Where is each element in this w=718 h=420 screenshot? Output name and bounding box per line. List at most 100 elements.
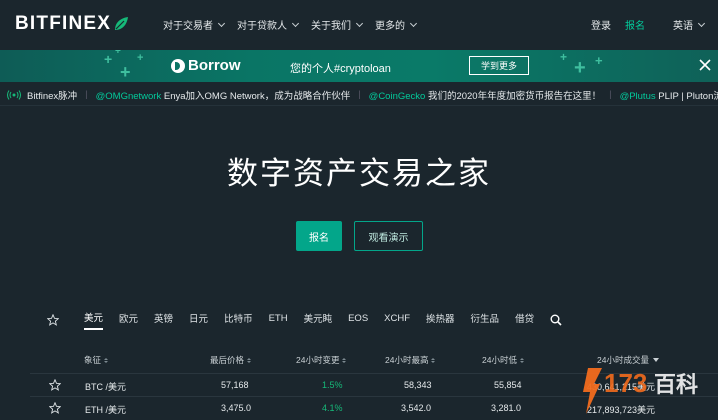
menu-about-us[interactable]: 关于我们 [311, 17, 364, 32]
tab-jpy[interactable]: 日元 [189, 311, 208, 329]
divider: | [609, 89, 612, 100]
high-cell: 58,343 [404, 380, 432, 390]
broadcast-icon [7, 89, 21, 100]
change-cell: 1.5% [322, 380, 343, 390]
ticker-item[interactable]: @Plutus PLIP | Pluton流动 [620, 88, 718, 102]
watermark-number: 173 [604, 368, 647, 398]
sort-icon [431, 357, 436, 363]
ticker-mention: @OMGnetwork [95, 90, 162, 102]
leaf-icon [115, 17, 129, 30]
ticker-mention: @Plutus [619, 90, 656, 102]
tab-hot[interactable]: 挨热器 [426, 311, 455, 329]
symbol-cell: BTC /美元 [85, 382, 127, 392]
tab-eos[interactable]: EOS [348, 313, 368, 328]
plus-decoration-icon: + [115, 50, 121, 57]
tab-derivatives[interactable]: 衍生品 [471, 311, 500, 329]
banner-text: 您的个人#cryptoloan [290, 63, 391, 75]
menu-for-traders[interactable]: 对于交易者 [163, 17, 226, 32]
learn-more-button[interactable]: 学到更多 [469, 56, 529, 75]
menu-label: 更多的 [375, 21, 405, 32]
pulse-label: Bitfinex脉冲 [27, 90, 78, 102]
watermark-logo: 173 百科 [583, 368, 698, 414]
menu-label: 对于交易者 [163, 21, 213, 32]
nav-right: 登录 报名 英语 [577, 17, 706, 32]
language-select[interactable]: 英语 [659, 17, 706, 32]
hero-title: 数字资产交易之家 [227, 156, 491, 191]
menu-more[interactable]: 更多的 [375, 17, 418, 32]
low-cell: 55,854 [494, 380, 522, 390]
last-price-cell: 3,475.0 [221, 403, 252, 413]
menu-for-lenders[interactable]: 对于贷款人 [237, 17, 300, 32]
bitfinex-logo[interactable]: BITFINEX [15, 13, 129, 35]
chevron-down-icon [291, 19, 300, 27]
main-menu: 对于交易者 对于贷款人 关于我们 更多的 [163, 17, 429, 32]
ticker-text: 我们的2020年年度加密货币报告在这里！ [425, 90, 602, 102]
low-cell: 3,281.0 [491, 403, 522, 413]
divider: | [358, 89, 361, 100]
col-24h-high[interactable]: 24小时最高 [385, 354, 436, 366]
ticker-mention: @CoinGecko [368, 90, 426, 102]
sort-icon [519, 357, 524, 363]
col-last-price[interactable]: 最后价格 [210, 354, 252, 366]
menu-label: 关于我们 [311, 21, 351, 32]
change-cell: 4.1% [322, 403, 343, 413]
ticker-item[interactable]: @OMGnetwork Enya加入OMG Network，成为战略合作伙伴 [96, 88, 351, 102]
plus-decoration-icon: + [574, 57, 586, 79]
currency-tabs: 美元 欧元 英镑 日元 比特币 ETH 美元盹 EOS XCHF 挨热器 衍生品… [47, 310, 562, 330]
hero-signup-button[interactable]: 报名 [296, 221, 342, 251]
tab-xchf[interactable]: XCHF [384, 313, 410, 328]
chevron-down-icon [355, 19, 364, 27]
col-24h-low[interactable]: 24小时低 [482, 354, 524, 366]
close-icon[interactable] [698, 58, 712, 72]
promo-banner: + + + + + + + Borrow 您的个人#cryptoloan 学到更… [0, 50, 718, 82]
plus-decoration-icon: + [595, 53, 603, 68]
tab-btc[interactable]: 比特币 [224, 311, 253, 329]
sort-icon [104, 357, 109, 363]
sort-icon [342, 357, 347, 363]
chevron-down-icon [409, 19, 418, 27]
chevron-down-icon [217, 19, 226, 27]
news-ticker: Bitfinex脉冲 | @OMGnetwork Enya加入OMG Netwo… [0, 84, 718, 106]
pulse-label-group[interactable]: Bitfinex脉冲 [6, 88, 77, 102]
tab-eur[interactable]: 欧元 [119, 311, 138, 329]
top-nav: BITFINEX 对于交易者 对于贷款人 关于我们 更多的 登录 报名 英语 [0, 0, 718, 48]
header-label: 24小时最高 [385, 355, 429, 365]
header-label: 24小时变更 [296, 355, 340, 365]
tab-lending[interactable]: 借贷 [515, 311, 534, 329]
search-icon[interactable] [550, 314, 562, 326]
plus-decoration-icon: + [104, 51, 113, 67]
last-price-cell: 57,168 [221, 380, 249, 390]
tab-gbp[interactable]: 英镑 [154, 311, 173, 329]
menu-label: 对于贷款人 [237, 21, 287, 32]
header-label: 最后价格 [210, 355, 245, 365]
high-cell: 3,542.0 [401, 403, 432, 413]
ticker-item[interactable]: @CoinGecko 我们的2020年年度加密货币报告在这里！ [369, 88, 601, 102]
ticker-text: Enya加入OMG Network，成为战略合作伙伴 [161, 90, 351, 102]
sort-icon [247, 357, 252, 363]
watermark-text: 百科 [654, 373, 698, 398]
chevron-down-icon [697, 19, 706, 27]
logo-text: BITFINEX [15, 13, 112, 34]
borrow-logo: Borrow [171, 57, 241, 74]
watch-demo-button[interactable]: 观看演示 [354, 221, 423, 251]
plus-decoration-icon: + [120, 62, 131, 82]
ticker-text: PLIP | Pluton流动 [658, 90, 718, 102]
language-label: 英语 [673, 21, 693, 32]
symbol-cell: ETH /美元 [85, 405, 127, 415]
plus-decoration-icon: + [560, 50, 568, 64]
header-label: 象征 [84, 355, 102, 365]
signup-link[interactable]: 报名 [625, 17, 645, 32]
header-label: 24小时低 [482, 355, 517, 365]
borrow-label: Borrow [188, 57, 241, 74]
tab-stablecoin[interactable]: 美元盹 [304, 311, 333, 329]
star-icon[interactable] [49, 402, 61, 414]
tab-usd[interactable]: 美元 [84, 310, 104, 330]
borrow-icon [171, 58, 185, 73]
star-icon[interactable] [49, 379, 61, 391]
col-24h-change[interactable]: 24小时变更 [296, 354, 347, 366]
plus-decoration-icon: + [137, 52, 144, 64]
login-link[interactable]: 登录 [591, 17, 611, 32]
tab-eth[interactable]: ETH [269, 313, 288, 328]
col-symbol[interactable]: 象征 [84, 354, 109, 366]
favorites-star-icon[interactable] [47, 314, 59, 326]
